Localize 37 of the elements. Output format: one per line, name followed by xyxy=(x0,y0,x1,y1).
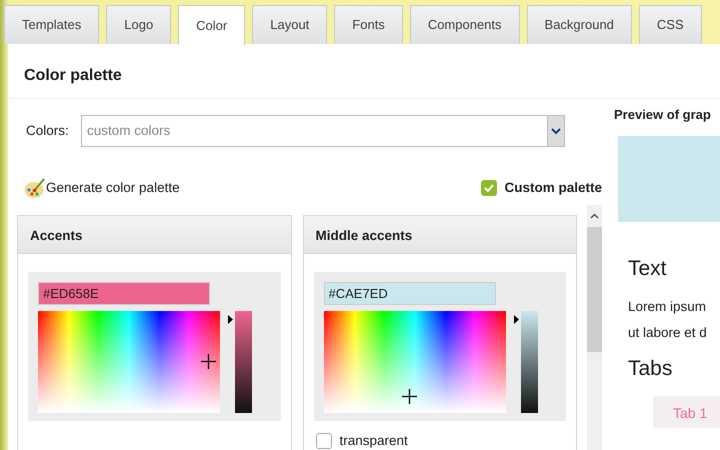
preview-title: Preview of grap xyxy=(614,106,712,124)
transparent-checkbox[interactable] xyxy=(316,433,332,450)
dropdown-button[interactable] xyxy=(547,115,565,147)
custom-palette-checkbox[interactable] xyxy=(481,180,498,196)
lorem-text-line: Lorem ipsum xyxy=(628,298,708,316)
check-icon xyxy=(484,184,494,192)
scrollbar[interactable] xyxy=(587,205,602,450)
panel-title: Color palette xyxy=(8,44,720,99)
palette-icon xyxy=(24,177,46,199)
scrollbar-thumb[interactable] xyxy=(587,226,602,352)
slider-arrow-icon[interactable] xyxy=(228,314,233,324)
tab[interactable]: Color xyxy=(178,5,246,45)
color-gradient[interactable] xyxy=(38,311,220,413)
transparent-label: transparent xyxy=(340,432,408,450)
card-header: Accents xyxy=(18,216,290,254)
slider-arrow-icon[interactable] xyxy=(514,314,518,324)
tab[interactable]: CSS xyxy=(638,5,702,44)
lorem-text-line: ut labore et d xyxy=(628,324,708,342)
card-header: Middle accents xyxy=(304,216,576,254)
custom-palette-label: Custom palette xyxy=(504,178,602,197)
hex-input[interactable]: #ED658E xyxy=(38,282,210,305)
crosshair-icon[interactable] xyxy=(402,389,416,404)
tabs-heading: Tabs xyxy=(628,356,674,382)
crosshair-icon[interactable] xyxy=(201,354,216,369)
tab[interactable]: Layout xyxy=(252,5,328,44)
tab[interactable]: Templates xyxy=(4,5,100,44)
tab[interactable]: Background xyxy=(526,5,632,44)
colors-select[interactable]: custom colors xyxy=(81,115,547,147)
generate-palette-button[interactable]: Generate color palette xyxy=(24,177,180,199)
tab[interactable]: Logo xyxy=(106,5,172,44)
tab[interactable]: Fonts xyxy=(334,5,403,44)
color-gradient[interactable] xyxy=(324,311,506,413)
hex-input[interactable]: #CAE7ED xyxy=(324,282,496,305)
colors-label: Colors: xyxy=(26,122,70,140)
dropdown-caret-icon xyxy=(551,128,561,134)
text-heading: Text xyxy=(628,256,668,282)
tab[interactable]: Components xyxy=(410,5,520,44)
